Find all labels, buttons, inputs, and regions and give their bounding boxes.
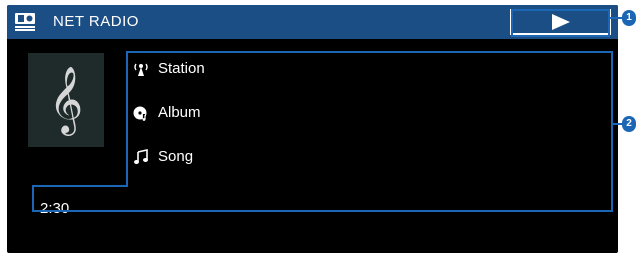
music-note-icon [134, 149, 148, 164]
title-bar: NET RADIO [7, 5, 618, 39]
elapsed-time: 2:30 [40, 200, 70, 217]
album-disc-icon [133, 106, 147, 121]
song-label: Song [158, 148, 194, 165]
station-label: Station [158, 60, 205, 77]
antenna-icon [134, 63, 148, 76]
album-label: Album [158, 104, 201, 121]
callout-2-badge: 2 [622, 116, 636, 132]
callout-1-badge: 1 [622, 10, 636, 26]
net-radio-icon [15, 13, 35, 31]
album-art: 𝄞 [28, 53, 104, 147]
playback-status [510, 9, 611, 35]
source-title: NET RADIO [53, 13, 139, 30]
net-radio-screen: NET RADIO 𝄞 Station Album Song 2:30 [7, 5, 618, 253]
treble-clef-icon: 𝄞 [48, 65, 84, 133]
play-icon [552, 14, 570, 30]
